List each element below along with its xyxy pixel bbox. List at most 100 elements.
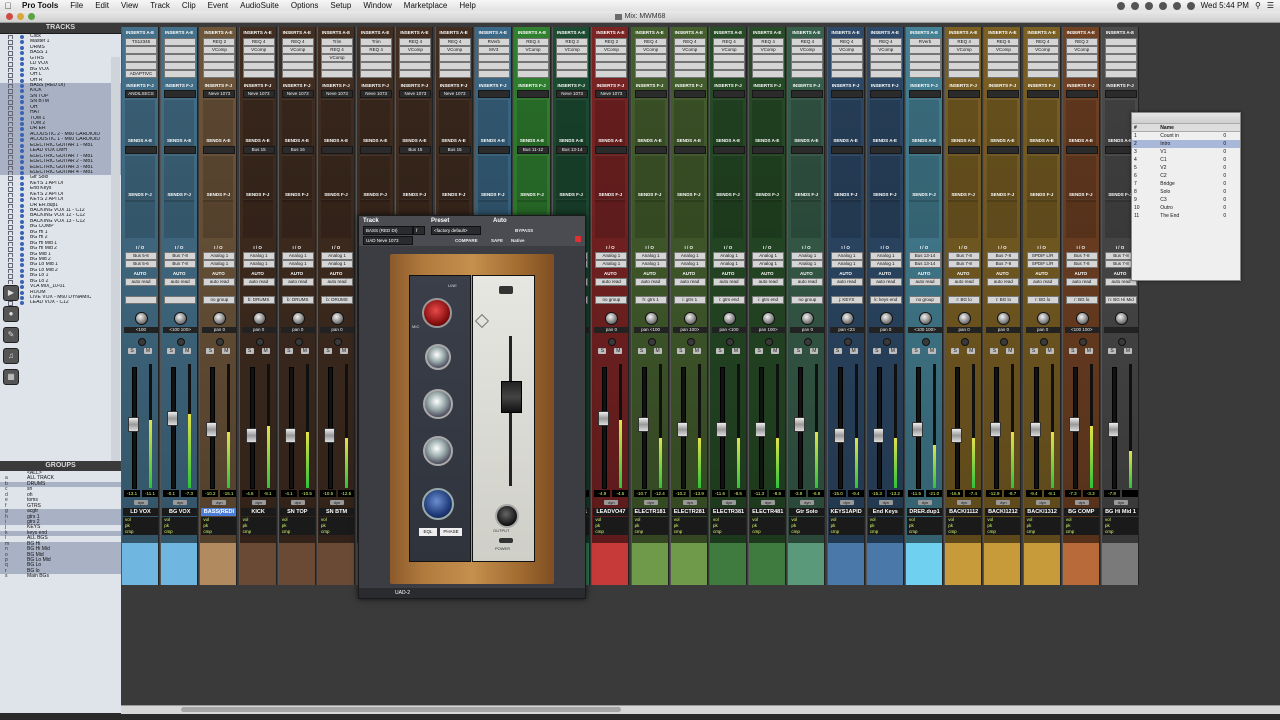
insert-slot-f[interactable] <box>1065 90 1098 98</box>
automation-mode-selector[interactable]: auto read <box>595 278 628 286</box>
dyn-button[interactable]: dyn <box>839 500 854 505</box>
output-selector[interactable]: Bus 7-8 <box>948 260 981 268</box>
track-color-bar[interactable] <box>122 543 158 585</box>
input-selector[interactable]: Analog 1 <box>321 252 353 260</box>
insert-slot[interactable]: REQ 4 <box>281 38 314 46</box>
track-color-bar[interactable] <box>318 543 354 585</box>
trim-tool-icon[interactable]: ● <box>3 306 19 322</box>
insert-slot[interactable] <box>634 54 667 62</box>
insert-slot[interactable] <box>164 62 197 70</box>
dyn-button[interactable]: dyn <box>330 500 344 505</box>
solo-button[interactable]: S <box>206 348 215 354</box>
track-color-bar[interactable] <box>200 543 237 585</box>
menu-marketplace[interactable]: Marketplace <box>398 1 454 10</box>
menu-app[interactable]: Pro Tools <box>16 1 64 10</box>
mute-button[interactable]: M <box>928 348 936 354</box>
insert-slot-f[interactable]: Neve 1073 <box>399 90 432 98</box>
dyn-button[interactable]: dyn <box>251 500 266 505</box>
pencil-tool-icon[interactable]: ✎ <box>3 327 19 343</box>
insert-slot-f[interactable] <box>830 90 863 98</box>
output-selector[interactable]: Analog 1 <box>791 260 824 268</box>
mixer-horizontal-scrollbar[interactable] <box>121 705 1280 714</box>
insert-slot[interactable] <box>477 54 510 62</box>
group-selector[interactable]: r: BG lo <box>987 296 1020 304</box>
input-selector[interactable]: Bus 7-8 <box>987 252 1020 260</box>
insert-slot[interactable] <box>869 54 902 62</box>
volume-fader[interactable] <box>1029 422 1041 437</box>
output-selector[interactable]: Analog 1 <box>203 260 236 268</box>
insert-slot[interactable] <box>360 62 393 70</box>
input-selector[interactable]: Analog 1 <box>830 252 863 260</box>
insert-slot[interactable] <box>987 70 1020 78</box>
send-slots-fj[interactable] <box>321 199 351 238</box>
mute-button[interactable]: M <box>340 348 348 354</box>
insert-slot[interactable] <box>830 70 863 78</box>
track-name[interactable]: BACKI1212 <box>985 508 1021 516</box>
insert-slot[interactable] <box>1065 54 1098 62</box>
insert-slot[interactable] <box>713 70 745 78</box>
insert-slot[interactable]: Trim <box>321 38 353 46</box>
pan-knob[interactable] <box>1036 312 1050 325</box>
memory-location-row[interactable]: 6 C2 0 <box>1132 172 1240 180</box>
wifi-icon[interactable] <box>1158 1 1167 10</box>
output-selector[interactable]: Bus 7-8 <box>164 260 197 268</box>
volume-fader[interactable] <box>324 428 335 443</box>
track-name[interactable]: KICK <box>240 508 276 516</box>
insert-slot[interactable]: REQ 4 <box>634 38 667 46</box>
send-slots-fj[interactable] <box>1065 199 1096 238</box>
automation-mode-selector[interactable]: auto read <box>164 278 197 286</box>
insert-slot[interactable] <box>125 54 157 62</box>
insert-slot[interactable] <box>948 62 981 70</box>
insert-slot[interactable] <box>438 62 471 70</box>
insert-slot[interactable]: REQ 4 <box>673 38 706 46</box>
automation-mode-selector[interactable]: auto read <box>987 278 1020 286</box>
track-name[interactable]: BACKI1312 <box>1024 508 1060 516</box>
insert-slot[interactable]: Trim <box>360 38 393 46</box>
grid-tool-icon[interactable]: ▦ <box>3 369 19 385</box>
plugin-track-select[interactable]: BASS (RED DI) <box>363 226 413 235</box>
pan-knob[interactable] <box>644 312 658 325</box>
insert-slot-f[interactable] <box>164 90 197 98</box>
track-name[interactable]: BACKI1112 <box>946 508 982 516</box>
insert-slot[interactable]: REQ 2 <box>595 38 628 46</box>
groups-header[interactable]: GROUPS <box>0 461 121 471</box>
insert-slot[interactable] <box>909 46 941 54</box>
comments-box[interactable]: volpkcmp <box>867 517 903 535</box>
insert-slot[interactable] <box>281 70 314 78</box>
insert-slot[interactable] <box>987 54 1020 62</box>
memory-location-row[interactable]: 2 Intro 0 <box>1132 140 1240 148</box>
volume-fader[interactable] <box>284 428 296 443</box>
memory-location-row[interactable]: 3 V1 0 <box>1132 148 1240 156</box>
mute-button[interactable]: M <box>1006 348 1015 354</box>
solo-button[interactable]: S <box>637 348 646 354</box>
solo-button[interactable]: S <box>167 348 176 354</box>
pan-knob[interactable] <box>174 312 188 325</box>
group-selector[interactable]: h: gtrs 1 <box>634 296 667 304</box>
send-slot[interactable] <box>752 146 785 154</box>
insert-slot[interactable]: VComp <box>673 46 706 54</box>
solo-button[interactable]: S <box>833 348 842 354</box>
output-selector[interactable]: Analog 1 <box>634 260 667 268</box>
pan-knob[interactable] <box>1075 312 1089 325</box>
send-slots-fj[interactable] <box>713 199 743 238</box>
pan-knob[interactable] <box>840 312 854 325</box>
mute-button[interactable]: M <box>614 348 623 354</box>
track-name[interactable]: BG COMP <box>1063 508 1099 516</box>
send-slot[interactable] <box>869 146 902 154</box>
insert-slot[interactable]: REQ 4 <box>869 38 902 46</box>
insert-slot[interactable] <box>164 46 197 54</box>
insert-slot[interactable]: VComp <box>281 46 314 54</box>
pan-knob[interactable] <box>135 312 148 325</box>
automation-mode-selector[interactable]: auto read <box>1026 278 1059 286</box>
insert-slot-f[interactable] <box>948 90 981 98</box>
memory-location-row[interactable]: 1 Count in 0 <box>1132 132 1240 141</box>
record-enable-button[interactable] <box>1078 338 1087 346</box>
insert-slot[interactable]: VComp <box>791 46 824 54</box>
send-slot[interactable]: Bus 13-14 <box>556 146 589 154</box>
insert-slot-f[interactable]: Neve 1073 <box>321 90 353 98</box>
track-color-bar[interactable] <box>239 543 276 585</box>
mute-button[interactable]: M <box>732 348 740 354</box>
insert-slot[interactable]: REQ 4 <box>360 46 393 54</box>
send-slot[interactable]: Bus 15 <box>242 146 275 154</box>
send-slot[interactable] <box>321 146 353 154</box>
